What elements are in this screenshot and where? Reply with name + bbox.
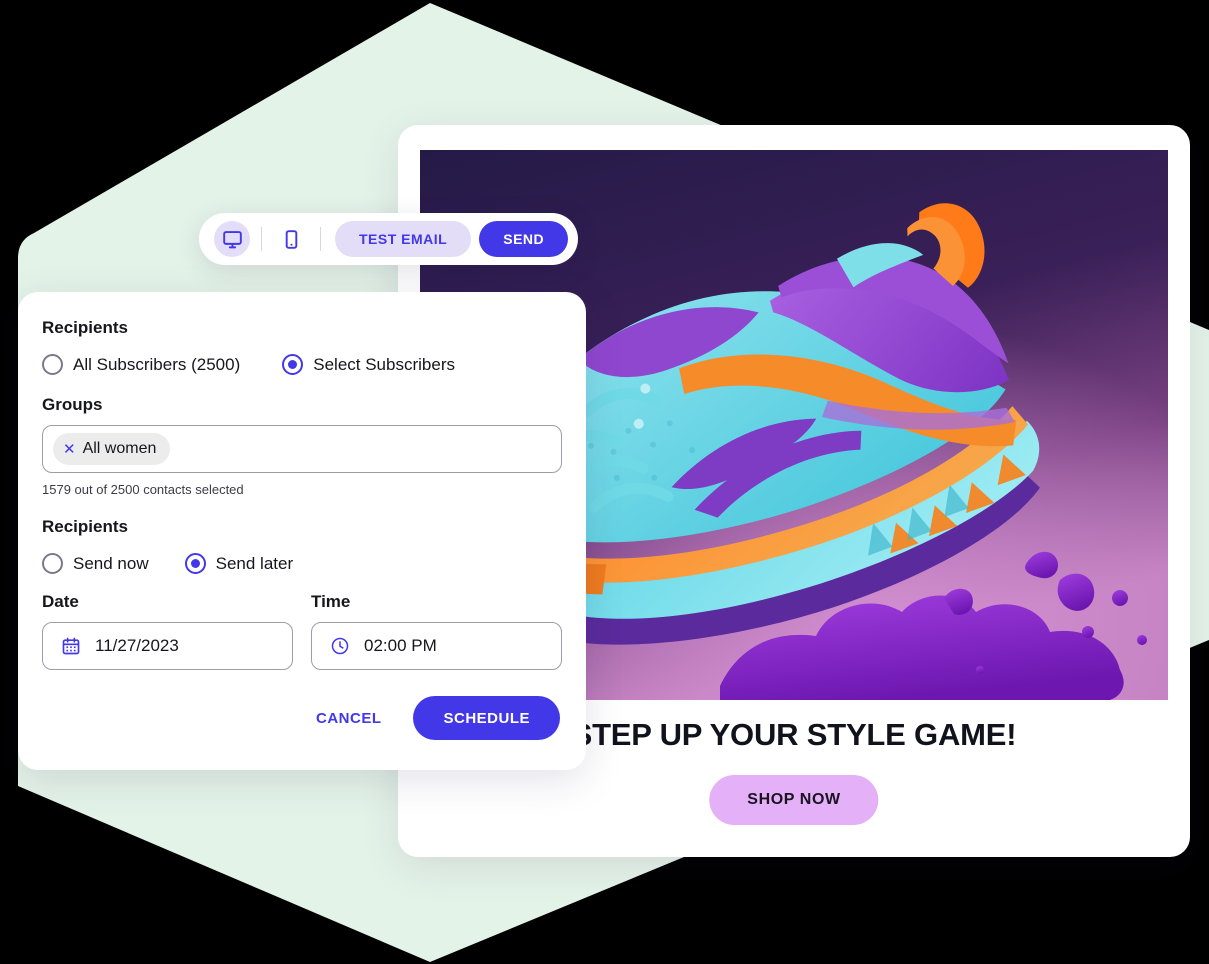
schedule-heading: Recipients	[42, 517, 128, 536]
timing-radio-group: Send now Send later	[42, 553, 562, 574]
radio-send-now-indicator	[42, 553, 63, 574]
close-icon[interactable]: ✕	[63, 442, 76, 457]
radio-all-subscribers-label: All Subscribers (2500)	[73, 354, 241, 374]
radio-all-subscribers[interactable]: All Subscribers (2500)	[42, 354, 240, 375]
date-input[interactable]: 11/27/2023	[42, 622, 293, 670]
time-column: Time 02:00 PM	[311, 592, 562, 670]
send-button[interactable]: SEND	[479, 221, 569, 257]
radio-send-later-label: Send later	[215, 553, 294, 573]
radio-send-now-label: Send now	[73, 553, 149, 573]
mobile-view-button[interactable]	[273, 221, 309, 257]
shop-now-button[interactable]: SHOP NOW	[709, 775, 879, 825]
contacts-selected-help: 1579 out of 2500 contacts selected	[42, 482, 244, 497]
datetime-row: Date 11/27/2023 Time 02:00 PM	[42, 592, 562, 670]
desktop-view-button[interactable]	[214, 221, 250, 257]
screenshot-stage: STEP UP YOUR STYLE GAME! SHOP NOW TEST E…	[0, 0, 1209, 964]
group-chip[interactable]: ✕ All women	[53, 433, 171, 465]
phone-icon	[285, 229, 297, 249]
date-column: Date 11/27/2023	[42, 592, 293, 670]
groups-select-input[interactable]: ✕ All women	[42, 425, 562, 473]
radio-select-subscribers[interactable]: Select Subscribers	[282, 354, 455, 375]
date-caption: Date	[42, 592, 79, 611]
time-value: 02:00 PM	[364, 636, 437, 655]
radio-send-now[interactable]: Send now	[42, 553, 149, 574]
monitor-icon	[222, 230, 242, 248]
test-email-button[interactable]: TEST EMAIL	[335, 221, 472, 257]
radio-send-later-indicator	[184, 553, 206, 574]
clock-icon	[331, 637, 349, 655]
schedule-button[interactable]: SCHEDULE	[413, 696, 560, 740]
time-caption: Time	[311, 592, 351, 611]
schedule-form-panel: Recipients All Subscribers (2500) Select…	[18, 292, 586, 770]
toolbar-divider-1	[261, 227, 262, 251]
radio-select-subscribers-label: Select Subscribers	[313, 354, 455, 374]
audience-radio-group: All Subscribers (2500) Select Subscriber…	[42, 354, 562, 375]
form-actions: CANCEL SCHEDULE	[42, 696, 562, 740]
cancel-button[interactable]: CANCEL	[302, 700, 396, 737]
radio-all-subscribers-indicator	[42, 354, 63, 375]
time-input[interactable]: 02:00 PM	[311, 622, 562, 670]
date-value: 11/27/2023	[95, 636, 179, 655]
radio-select-subscribers-indicator	[282, 354, 304, 375]
preview-toolbar: TEST EMAIL SEND	[199, 213, 579, 265]
groups-heading: Groups	[42, 395, 103, 414]
calendar-icon	[62, 637, 80, 655]
radio-send-later[interactable]: Send later	[184, 553, 294, 574]
recipients-heading: Recipients	[42, 318, 128, 337]
group-chip-label: All women	[82, 440, 157, 457]
toolbar-divider-2	[320, 227, 321, 251]
